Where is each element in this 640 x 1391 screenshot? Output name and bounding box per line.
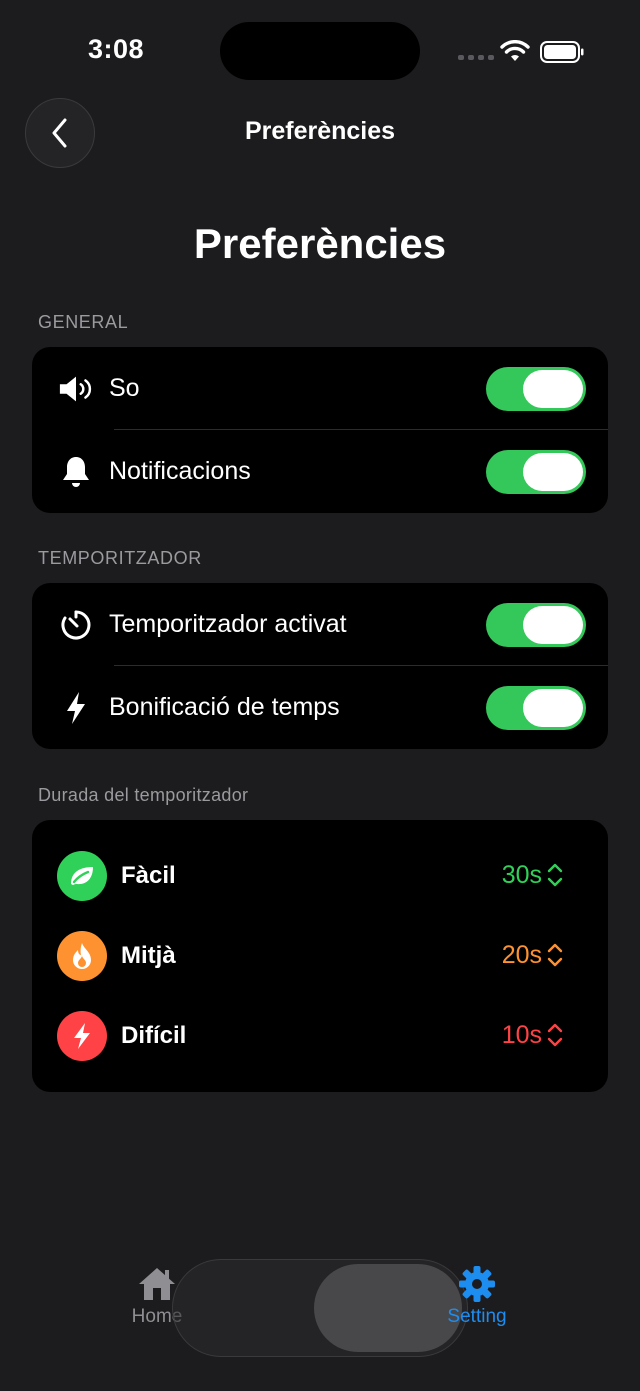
- difficulty-label: Mitjà: [121, 942, 176, 969]
- difficulty-label: Fàcil: [121, 862, 176, 889]
- dynamic-island: [220, 22, 420, 80]
- gear-icon: [440, 1264, 514, 1304]
- cellular-signal-icon: [458, 55, 494, 60]
- difficulty-row-medium: Mitjà 20s: [32, 916, 608, 996]
- speaker-icon: [58, 371, 94, 407]
- difficulty-value-picker[interactable]: 30s: [502, 861, 542, 890]
- toggle-knob: [523, 369, 583, 408]
- flame-icon: [57, 931, 107, 981]
- notifications-toggle[interactable]: [486, 449, 586, 494]
- general-card: So Notificacions: [32, 347, 608, 513]
- setting-row-notifications: Notificacions: [32, 430, 608, 513]
- chevron-up-down-icon[interactable]: [546, 1022, 564, 1048]
- setting-row-timer-enabled: Temporitzador activat: [32, 583, 608, 666]
- setting-label: Notificacions: [109, 457, 251, 485]
- timer-enabled-toggle[interactable]: [486, 602, 586, 647]
- difficulty-value-picker[interactable]: 20s: [502, 941, 542, 970]
- bell-icon: [58, 454, 94, 490]
- battery-icon: [540, 41, 584, 63]
- nav-title: Preferències: [244, 117, 396, 145]
- timer-card: Temporitzador activat Bonificació de tem…: [32, 583, 608, 749]
- page-title: Preferències: [193, 220, 447, 267]
- difficulty-row-easy: Fàcil 30s: [32, 836, 608, 916]
- setting-label: So: [109, 374, 140, 402]
- chevron-up-down-icon[interactable]: [546, 942, 564, 968]
- section-label-general: GENERAL: [38, 312, 129, 332]
- section-label-timer: TEMPORITZADOR: [38, 548, 202, 568]
- sound-toggle[interactable]: [486, 366, 586, 411]
- status-time: 3:08: [88, 34, 145, 64]
- setting-row-sound: So: [32, 347, 608, 430]
- setting-label: Bonificació de temps: [109, 693, 340, 721]
- leaf-icon: [57, 851, 107, 901]
- setting-label: Temporitzador activat: [109, 610, 347, 638]
- duration-card: Fàcil 30s Mitjà 20s Difícil 10s: [32, 820, 608, 1092]
- toggle-knob: [523, 605, 583, 644]
- wifi-icon: [500, 40, 530, 61]
- bolt-icon: [57, 1011, 107, 1061]
- tab-setting-label: Setting: [447, 1306, 507, 1327]
- bolt-icon: [58, 690, 94, 726]
- toggle-knob: [523, 688, 583, 727]
- chevron-up-down-icon[interactable]: [546, 862, 564, 888]
- section-label-duration: Durada del temporitzador: [38, 785, 249, 805]
- toggle-knob: [523, 452, 583, 491]
- timer-icon: [58, 607, 94, 643]
- tab-setting[interactable]: Setting: [440, 1264, 514, 1328]
- time-bonus-toggle[interactable]: [486, 685, 586, 730]
- difficulty-value-picker[interactable]: 10s: [502, 1021, 542, 1050]
- difficulty-row-hard: Difícil 10s: [32, 996, 608, 1076]
- screen: 3:08 Preferències Preferències GENERAL S…: [0, 0, 640, 1391]
- setting-row-time-bonus: Bonificació de temps: [32, 666, 608, 749]
- difficulty-label: Difícil: [121, 1022, 187, 1049]
